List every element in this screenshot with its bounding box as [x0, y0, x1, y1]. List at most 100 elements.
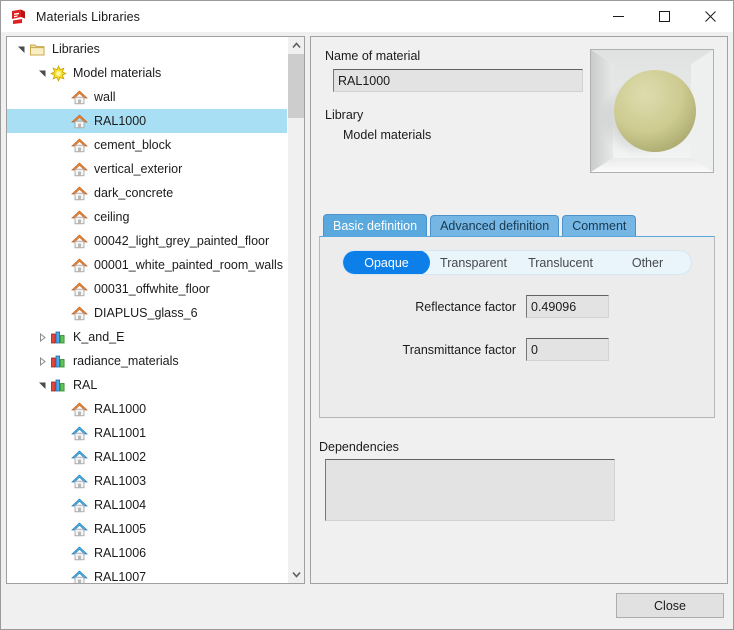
tab-comment[interactable]: Comment: [562, 215, 637, 236]
tree-item[interactable]: 00042_light_grey_painted_floor: [7, 229, 287, 253]
tree-item[interactable]: Libraries: [7, 37, 287, 61]
house-blue-icon: [71, 449, 88, 466]
twisty-expanded-icon[interactable]: [34, 61, 50, 85]
twisty-expanded-icon[interactable]: [34, 373, 50, 397]
house-blue-icon: [71, 473, 88, 490]
tree-item[interactable]: radiance_materials: [7, 349, 287, 373]
library-icon: [50, 353, 67, 370]
tree-item-label: Libraries: [52, 41, 100, 56]
reflectance-factor-input[interactable]: 0.49096: [526, 295, 609, 318]
tree-item[interactable]: vertical_exterior: [7, 157, 287, 181]
tree-item[interactable]: 00031_offwhite_floor: [7, 277, 287, 301]
materials-tree[interactable]: Libraries Model materials wall RAL1000 cemen…: [7, 37, 287, 583]
material-type-transparent[interactable]: Transparent: [430, 251, 517, 274]
twisty-placeholder: [55, 469, 71, 493]
house-orange-icon: [71, 89, 88, 106]
twisty-expanded-icon[interactable]: [13, 37, 29, 61]
tree-item-label: K_and_E: [73, 329, 125, 344]
tree-item[interactable]: wall: [7, 85, 287, 109]
twisty-placeholder: [55, 109, 71, 133]
tree-item[interactable]: DIAPLUS_glass_6: [7, 301, 287, 325]
house-orange-icon: [71, 209, 88, 226]
house-orange-icon: [71, 113, 88, 130]
tree-item-label: RAL1000: [94, 113, 147, 128]
twisty-placeholder: [55, 301, 71, 325]
tree-item-label: Model materials: [73, 65, 162, 80]
twisty-placeholder: [55, 565, 71, 583]
house-orange-icon: [71, 305, 88, 322]
tree-item[interactable]: RAL1005: [7, 517, 287, 541]
tree-item[interactable]: dark_concrete: [7, 181, 287, 205]
scrollbar-thumb[interactable]: [287, 54, 304, 118]
maximize-button[interactable]: [641, 1, 687, 32]
folder-icon: [29, 41, 46, 58]
close-button[interactable]: Close: [616, 593, 724, 618]
twisty-placeholder: [55, 229, 71, 253]
tree-item[interactable]: RAL1007: [7, 565, 287, 583]
twisty-placeholder: [55, 253, 71, 277]
tree-item[interactable]: RAL1001: [7, 421, 287, 445]
twisty-placeholder: [55, 421, 71, 445]
tree-item-label: DIAPLUS_glass_6: [94, 305, 198, 320]
house-orange-icon: [71, 233, 88, 250]
library-icon: [50, 377, 67, 394]
house-orange-icon: [71, 185, 88, 202]
material-type-selector[interactable]: Opaque Transparent Translucent Other: [342, 250, 692, 275]
reflectance-factor-label: Reflectance factor: [415, 299, 516, 314]
tree-item-label: cement_block: [94, 137, 172, 152]
twisty-placeholder: [55, 157, 71, 181]
tree-item-label: RAL: [73, 377, 98, 392]
tree-item[interactable]: RAL1002: [7, 445, 287, 469]
tree-item-label: 00031_offwhite_floor: [94, 281, 210, 296]
tree-item-label: RAL1006: [94, 545, 147, 560]
twisty-placeholder: [55, 205, 71, 229]
tree-item[interactable]: K_and_E: [7, 325, 287, 349]
twisty-placeholder: [55, 517, 71, 541]
twisty-collapsed-icon[interactable]: [34, 325, 50, 349]
materials-tree-panel: Libraries Model materials wall RAL1000 cemen…: [6, 36, 305, 584]
close-window-button[interactable]: [687, 1, 733, 32]
tree-item[interactable]: RAL1000: [7, 397, 287, 421]
house-blue-icon: [71, 545, 88, 562]
tree-item[interactable]: 00001_white_painted_room_walls: [7, 253, 287, 277]
scroll-down-icon[interactable]: [288, 566, 305, 583]
scroll-up-icon[interactable]: [288, 37, 305, 54]
tree-item-label: RAL1002: [94, 449, 147, 464]
twisty-placeholder: [55, 181, 71, 205]
minimize-button[interactable]: [595, 1, 641, 32]
star-icon: [50, 64, 67, 82]
tab-advanced-definition[interactable]: Advanced definition: [430, 215, 560, 236]
tree-item-label: ceiling: [94, 209, 130, 224]
tree-item[interactable]: ceiling: [7, 205, 287, 229]
material-type-opaque[interactable]: Opaque: [343, 251, 430, 274]
material-type-translucent[interactable]: Translucent: [517, 251, 604, 274]
tree-item-label: RAL1005: [94, 521, 147, 536]
tree-item[interactable]: RAL1000: [7, 109, 287, 133]
tree-item[interactable]: RAL: [7, 373, 287, 397]
name-of-material-input[interactable]: RAL1000: [333, 69, 583, 92]
transmittance-factor-input[interactable]: 0: [526, 338, 609, 361]
material-type-other[interactable]: Other: [604, 251, 691, 274]
tree-item[interactable]: cement_block: [7, 133, 287, 157]
tree-item-label: vertical_exterior: [94, 161, 183, 176]
reflectance-factor-row: Reflectance factor 0.49096: [320, 295, 714, 318]
tree-vertical-scrollbar[interactable]: [287, 37, 304, 583]
tree-item[interactable]: RAL1006: [7, 541, 287, 565]
twisty-collapsed-icon[interactable]: [34, 349, 50, 373]
house-blue-icon: [71, 425, 88, 442]
tree-item-label: 00042_light_grey_painted_floor: [94, 233, 270, 248]
twisty-placeholder: [55, 397, 71, 421]
dependencies-list[interactable]: [325, 459, 615, 521]
tab-basic-definition[interactable]: Basic definition: [323, 214, 428, 236]
tree-item[interactable]: RAL1003: [7, 469, 287, 493]
tree-item-label: radiance_materials: [73, 353, 179, 368]
library-icon: [50, 329, 67, 346]
tree-item[interactable]: RAL1004: [7, 493, 287, 517]
window-controls: [595, 1, 733, 32]
twisty-placeholder: [55, 445, 71, 469]
tree-item-label: RAL1003: [94, 473, 147, 488]
twisty-placeholder: [55, 133, 71, 157]
twisty-placeholder: [55, 85, 71, 109]
tree-item[interactable]: Model materials: [7, 61, 287, 85]
scrollbar-track[interactable]: [287, 54, 304, 566]
